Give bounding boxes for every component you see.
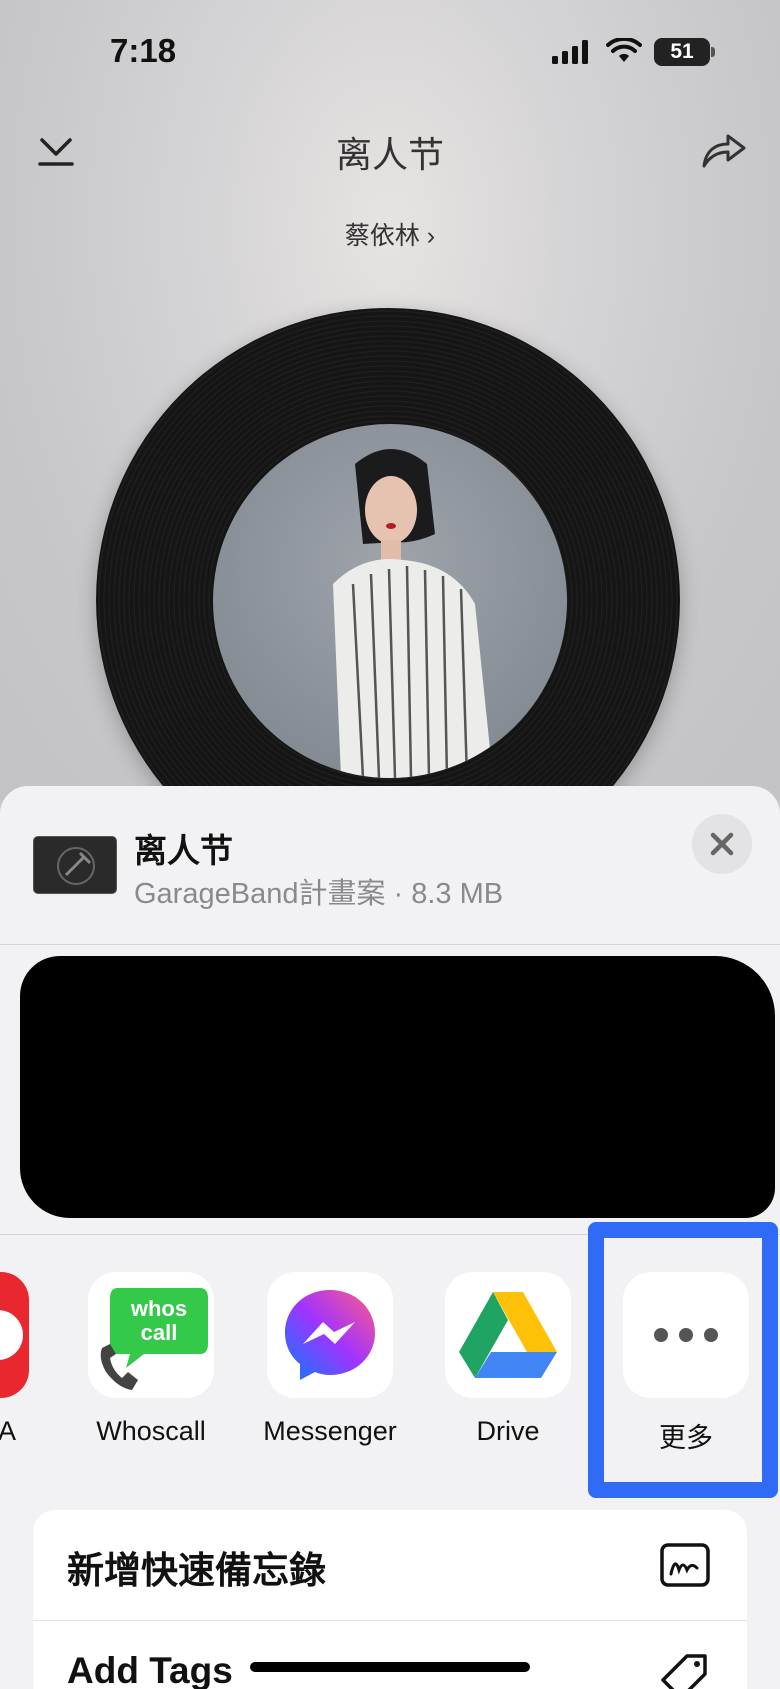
status-bar: 7:18 51 [0,0,780,100]
app-tile-whoscall[interactable]: whos call Whoscall [81,1222,221,1446]
partial-app-icon [0,1272,29,1398]
album-cover [213,424,567,778]
app-tile-partial[interactable]: A [0,1222,36,1446]
messenger-icon [267,1272,393,1398]
app-label: A [0,1416,16,1446]
quick-note-icon [660,1543,710,1587]
google-drive-icon [445,1272,571,1398]
shared-file-name: 离人节 [134,832,233,869]
tag-icon [661,1654,707,1689]
album-cover-art [333,449,493,778]
home-indicator [250,1662,530,1672]
garageband-file-thumbnail [33,836,117,894]
share-file-header: 离人节 GarageBand計畫案 · 8.3 MB [0,786,780,944]
svg-text:call: call [141,1320,178,1345]
app-label: Whoscall [96,1416,206,1446]
shared-file-meta: GarageBand計畫案 · 8.3 MB [134,878,504,910]
wifi-icon [606,38,642,62]
app-label: Messenger [263,1416,397,1446]
share-apps-row: A whos call Whoscall Messenger Drive 更多 [0,1222,780,1498]
battery-indicator: 51 [654,38,710,66]
close-button[interactable] [692,814,752,874]
app-label: Drive [476,1416,540,1446]
music-player: 7:18 51 离人节 蔡依林 › [0,0,780,800]
song-title: 离人节 [335,134,444,175]
share-sheet: 离人节 GarageBand計畫案 · 8.3 MB A whos call W… [0,786,780,1689]
app-tile-drive[interactable]: Drive [438,1222,578,1446]
highlight-box [588,1222,778,1498]
app-tile-messenger[interactable]: Messenger [260,1222,400,1446]
share-arrow-icon[interactable] [700,128,748,172]
close-icon [710,832,734,856]
guitar-icon [57,847,95,885]
divider [0,944,780,945]
cellular-signal-icon [552,40,588,64]
status-time: 7:18 [110,32,177,69]
svg-text:whos: whos [130,1296,187,1321]
action-label: 新增快速備忘錄 [67,1550,326,1591]
artist-link[interactable]: 蔡依林 › [0,216,780,252]
action-quick-note[interactable]: 新增快速備忘錄 [33,1510,747,1620]
battery-tip [711,47,715,57]
action-label: Add Tags [67,1650,233,1689]
whoscall-icon: whos call [88,1272,214,1398]
redacted-contacts-area [20,956,775,1218]
action-add-tags[interactable]: Add Tags [33,1620,747,1689]
